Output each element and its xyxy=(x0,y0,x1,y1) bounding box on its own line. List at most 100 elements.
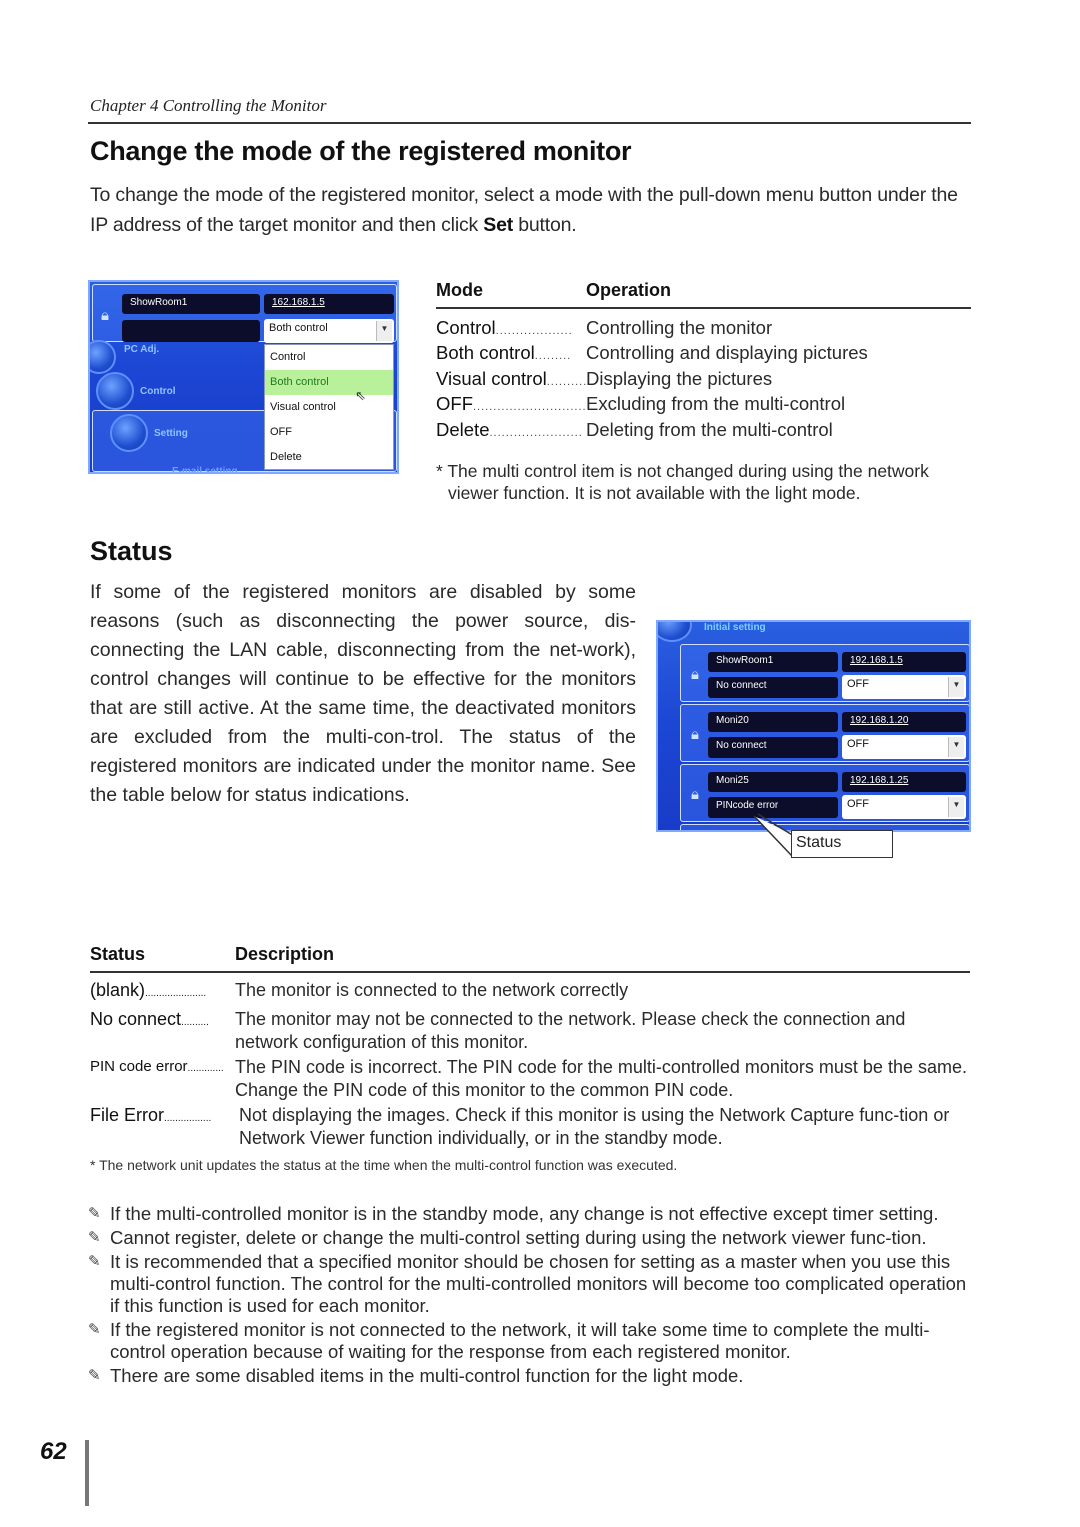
mode-name: Delete xyxy=(436,418,490,440)
status-screenshot: Initial setting 🔒︎ ShowRoom1 192.168.1.5… xyxy=(656,620,971,832)
pencil-icon: ✎ xyxy=(88,1253,101,1270)
table-row: PIN code error............. The PIN code … xyxy=(90,1056,970,1101)
lock-icon: 🔒︎ xyxy=(691,666,699,683)
status-field: No connect xyxy=(708,677,838,698)
header-mode: Mode xyxy=(436,280,483,300)
cursor-icon: ⇖ xyxy=(355,388,366,403)
lock-icon: 🔒︎ xyxy=(101,307,109,324)
nav-control[interactable]: Control xyxy=(140,386,176,397)
mode-name: Both control xyxy=(436,342,535,363)
ip-address-link[interactable]: 192.168.1.5 xyxy=(842,652,966,672)
table-row: File Error................. Not displayin… xyxy=(90,1104,970,1149)
mode-name: Visual control xyxy=(436,367,547,389)
mode-operation: Displaying the pictures xyxy=(586,367,773,389)
mode-dropdown-screenshot: 🔒︎ ShowRoom1 162.168.1.5 Both control ▼ … xyxy=(88,280,399,474)
note-item: ✎ If the registered monitor is not connec… xyxy=(88,1319,968,1363)
mode-select[interactable]: OFF ▼ xyxy=(842,735,966,759)
set-keyword: Set xyxy=(483,214,514,236)
nav-setting[interactable]: Setting xyxy=(154,428,188,439)
pencil-icon: ✎ xyxy=(88,1229,101,1246)
mode-name: OFF xyxy=(436,393,473,414)
ip-address-link[interactable]: 162.168.1.5 xyxy=(264,294,394,314)
pc-adj-icon xyxy=(90,340,116,374)
ip-address-link[interactable]: 192.168.1.20 xyxy=(842,712,966,732)
status-callout: Status xyxy=(791,830,893,858)
mode-dropdown-menu: Control Both control Visual control OFF … xyxy=(264,344,394,470)
section-title-status: Status xyxy=(90,536,173,566)
page-number-bar xyxy=(85,1440,89,1506)
status-description: Not displaying the images. Check if this… xyxy=(239,1105,950,1148)
table-rule xyxy=(436,307,971,309)
header-divider xyxy=(88,122,971,124)
mode-select[interactable]: OFF ▼ xyxy=(842,675,966,699)
menu-option-control[interactable]: Control xyxy=(265,345,393,370)
menu-option-both-control[interactable]: Both control xyxy=(265,370,393,395)
chevron-down-icon[interactable]: ▼ xyxy=(948,677,964,697)
mode-name: Control xyxy=(436,316,496,338)
nav-initial-setting[interactable]: Initial setting xyxy=(704,622,766,633)
status-description: The PIN code is incorrect. The PIN code … xyxy=(235,1057,967,1100)
mode-select-value: OFF xyxy=(847,798,869,810)
monitor-name-field: Moni25 xyxy=(708,772,838,792)
setting-icon xyxy=(110,414,148,452)
mode-table-header: Mode Operation xyxy=(436,280,971,306)
lock-icon: 🔒︎ xyxy=(691,786,699,803)
page-number: 62 xyxy=(40,1438,67,1465)
mode-operation: Controlling the monitor xyxy=(586,316,773,338)
status-description: The monitor may not be connected to the … xyxy=(235,1009,906,1052)
table-row: (blank)...................... The monitor… xyxy=(90,979,970,1006)
chevron-down-icon[interactable]: ▼ xyxy=(948,797,964,817)
menu-option-delete[interactable]: Delete xyxy=(265,445,393,470)
mode-select[interactable]: Both control ▼ xyxy=(264,319,394,343)
lock-icon: 🔒︎ xyxy=(691,726,699,743)
intro-paragraph: To change the mode of the registered mon… xyxy=(90,180,975,240)
mode-select-value: Both control xyxy=(269,322,328,334)
status-paragraph: If some of the registered monitors are d… xyxy=(90,581,636,806)
chapter-header: Chapter 4 Controlling the Monitor xyxy=(90,96,327,115)
status-table-header: Status Description xyxy=(90,944,970,970)
chevron-down-icon[interactable]: ▼ xyxy=(948,737,964,757)
mode-operation: Excluding from the multi-control xyxy=(586,393,846,414)
note-text: Cannot register, delete or change the mu… xyxy=(110,1227,927,1248)
table-row: Visual control.......... Displaying the p… xyxy=(436,366,971,392)
note-item: ✎ There are some disabled items in the mu… xyxy=(88,1365,968,1387)
table-row: No connect.......... The monitor may not … xyxy=(90,1008,970,1053)
status-name: (blank) xyxy=(90,979,146,1000)
table-rule xyxy=(90,971,970,973)
status-field xyxy=(122,320,260,342)
mode-select-value: OFF xyxy=(847,678,869,690)
note-text: It is recommended that a specified monit… xyxy=(110,1251,967,1316)
monitor-name-field: Moni20 xyxy=(708,712,838,732)
nav-pc-adj[interactable]: PC Adj. xyxy=(124,344,159,355)
menu-option-visual-control[interactable]: Visual control xyxy=(265,395,393,420)
note-item: ✎ It is recommended that a specified moni… xyxy=(88,1251,968,1317)
status-table: Status Description (blank)..............… xyxy=(90,944,970,1173)
initial-setting-icon xyxy=(658,622,692,642)
ip-address-link[interactable]: 192.168.1.25 xyxy=(842,772,966,792)
mode-operation: Controlling and displaying pictures xyxy=(586,342,868,363)
mode-table: Mode Operation Control..................… xyxy=(436,280,971,504)
menu-option-off[interactable]: OFF xyxy=(265,420,393,445)
header-description: Description xyxy=(235,944,335,964)
chevron-down-icon[interactable]: ▼ xyxy=(376,321,392,341)
status-description: The monitor is connected to the network … xyxy=(235,979,629,1000)
note-text: There are some disabled items in the mul… xyxy=(110,1365,744,1386)
status-field: No connect xyxy=(708,737,838,758)
mode-select-value: OFF xyxy=(847,738,869,750)
status-table-note: * The network unit updates the status at… xyxy=(90,1157,678,1173)
status-name: No connect xyxy=(90,1009,182,1029)
note-text: If the multi-controlled monitor is in th… xyxy=(110,1203,939,1224)
nav-email-setting[interactable]: E-mail setting xyxy=(172,466,238,472)
note-text: If the registered monitor is not connect… xyxy=(110,1319,930,1362)
monitor-name-field: ShowRoom1 xyxy=(708,652,838,672)
note-item: ✎ Cannot register, delete or change the m… xyxy=(88,1227,968,1249)
pencil-icon: ✎ xyxy=(88,1205,101,1222)
mode-table-note: * The multi control item is not changed … xyxy=(436,461,929,503)
table-row: Delete....................... Deleting fr… xyxy=(436,417,971,443)
intro-text-end: button. xyxy=(513,214,577,236)
pencil-icon: ✎ xyxy=(88,1321,101,1338)
mode-operation: Deleting from the multi-control xyxy=(586,418,833,440)
table-row: Control................... Controlling th… xyxy=(436,315,971,341)
status-name: PIN code error xyxy=(90,1058,188,1075)
mode-select[interactable]: OFF ▼ xyxy=(842,795,966,819)
